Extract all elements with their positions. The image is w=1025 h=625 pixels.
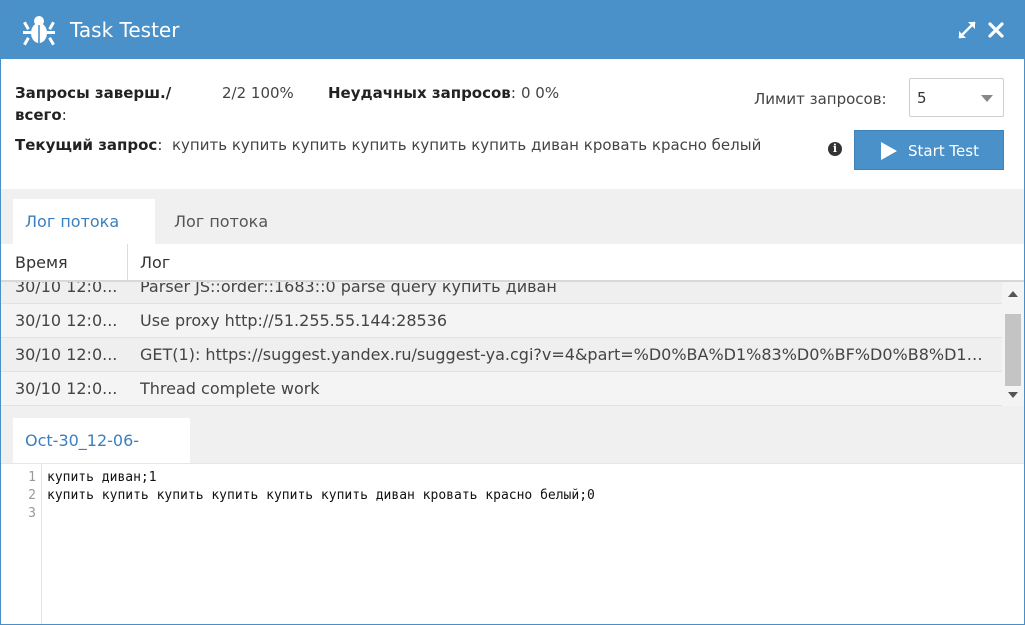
table-row[interactable]: 30/10 12:0... Parser JS::order::1683::0 … <box>1 282 1002 304</box>
log-time: 30/10 12:0... <box>15 311 118 330</box>
log-time: 30/10 12:0... <box>15 379 118 398</box>
log-message: GET(1): https://suggest.yandex.ru/sugges… <box>140 345 990 364</box>
window-title: Task Tester <box>70 18 180 42</box>
file-tabs: Oct-30_12-06-57.csv <box>1 406 1024 495</box>
column-divider <box>127 244 128 282</box>
completed-requests-value: 2/2 100% <box>222 84 294 102</box>
completed-requests-label: Запросы заверш./ всего: <box>15 84 172 124</box>
log-time: 30/10 12:0... <box>15 345 118 364</box>
current-request-label: Текущий запрос: <box>15 136 163 154</box>
log-message: Parser JS::order::1683::0 parse query ку… <box>140 282 557 296</box>
start-test-label: Start Test <box>908 142 979 160</box>
maximize-icon[interactable] <box>956 19 978 41</box>
code-line[interactable]: купить купить купить купить купить купит… <box>47 487 595 505</box>
scrollbar-thumb[interactable] <box>1005 314 1021 386</box>
task-tester-window: Task Tester Запросы заверш./ всего: 2/2 … <box>0 0 1025 625</box>
line-number-gutter: 1 2 3 <box>1 464 42 624</box>
log-table-header: Время Лог <box>1 244 1024 282</box>
start-test-button[interactable]: Start Test <box>854 130 1004 170</box>
scroll-up-icon[interactable] <box>1008 291 1018 297</box>
line-number: 1 <box>28 470 36 485</box>
failed-requests-value: 0 0% <box>521 84 560 102</box>
log-message: Thread complete work <box>140 379 320 398</box>
log-tabs: Лог потока №1 Лог потока №2 <box>1 189 1024 276</box>
chevron-down-icon <box>981 95 993 102</box>
close-icon[interactable] <box>985 19 1007 41</box>
log-time: 30/10 12:0... <box>15 282 118 296</box>
line-number: 3 <box>28 506 36 521</box>
table-row[interactable]: 30/10 12:0... Use proxy http://51.255.55… <box>1 304 1002 338</box>
info-icon[interactable]: i <box>828 142 842 156</box>
csv-editor[interactable]: 1 2 3 купить диван;1 купить купить купит… <box>1 463 1024 624</box>
failed-requests-label: Неудачных запросов: <box>328 84 516 102</box>
stats-panel: Запросы заверш./ всего: 2/2 100% Неудачн… <box>1 59 1024 189</box>
title-bar: Task Tester <box>1 1 1024 59</box>
log-table-body: 30/10 12:0... Parser JS::order::1683::0 … <box>1 282 1024 406</box>
tab-csv-file[interactable]: Oct-30_12-06-57.csv <box>13 418 190 495</box>
column-header-log[interactable]: Лог <box>140 253 170 273</box>
table-row[interactable]: 30/10 12:0... Thread complete work <box>1 372 1002 406</box>
log-scrollbar[interactable] <box>1002 282 1024 406</box>
tab-thread-log-2[interactable]: Лог потока №2 <box>162 199 304 276</box>
log-message: Use proxy http://51.255.55.144:28536 <box>140 311 448 330</box>
bug-icon <box>23 16 55 46</box>
column-header-time[interactable]: Время <box>15 253 68 273</box>
request-limit-value: 5 <box>917 89 927 107</box>
current-request-value: купить купить купить купить купить купит… <box>172 136 762 154</box>
code-line[interactable]: купить диван;1 <box>47 469 157 487</box>
play-icon <box>881 142 897 160</box>
line-number: 2 <box>28 488 36 503</box>
request-limit-label: Лимит запросов: <box>754 90 887 108</box>
request-limit-select[interactable]: 5 <box>909 78 1004 117</box>
scroll-down-icon[interactable] <box>1008 392 1018 398</box>
tab-thread-log-1[interactable]: Лог потока №1 <box>13 199 155 276</box>
table-row[interactable]: 30/10 12:0... GET(1): https://suggest.ya… <box>1 338 1002 372</box>
